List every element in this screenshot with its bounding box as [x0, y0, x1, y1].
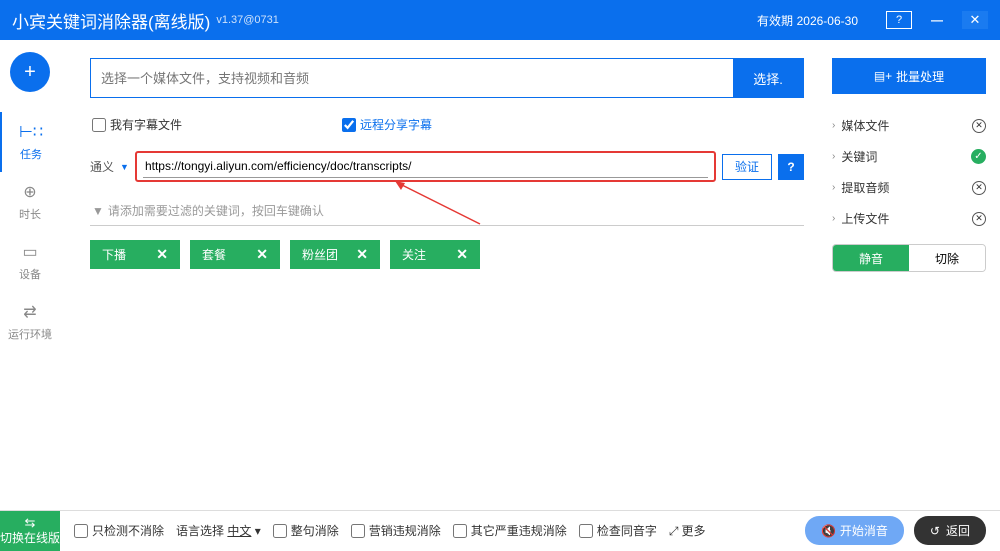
select-file-button[interactable]: 选择. — [733, 59, 803, 97]
list-icon: ▤+ — [874, 69, 892, 83]
batch-process-button[interactable]: ▤+批量处理 — [832, 58, 986, 94]
keyword-placeholder: 请添加需要过滤的关键词，按回车键确认 — [108, 202, 324, 219]
back-button[interactable]: ↺返回 — [914, 516, 986, 545]
right-panel: ▤+批量处理 ›媒体文件✕ ›关键词✓ ›提取音频✕ ›上传文件✕ 静音 切除 — [820, 40, 1000, 510]
undo-icon: ↺ — [930, 524, 940, 538]
keyword-tags: 下播✕ 套餐✕ 粉丝团✕ 关注✕ — [90, 240, 804, 269]
remove-tag-icon[interactable]: ✕ — [456, 246, 468, 263]
media-file-input[interactable] — [91, 59, 733, 97]
step-upload[interactable]: ›上传文件✕ — [832, 203, 986, 234]
keyword-tag[interactable]: 关注✕ — [390, 240, 480, 269]
cut-toggle[interactable]: 切除 — [909, 245, 985, 271]
checkbox-detect-only[interactable]: 只检测不消除 — [74, 522, 164, 539]
nav-duration[interactable]: ⊕ 时长 — [0, 172, 60, 232]
title-bar: 小宾关键词消除器(离线版) v1.37@0731 有效期 2026-06-30 … — [0, 0, 1000, 40]
tree-icon: ⊢∷ — [19, 122, 43, 142]
step-keywords[interactable]: ›关键词✓ — [832, 141, 986, 172]
left-nav: + ⊢∷ 任务 ⊕ 时长 ▭ 设备 ⇄ 运行环境 — [0, 40, 60, 510]
keyword-input-row[interactable]: ▼ 请添加需要过滤的关键词，按回车键确认 — [90, 196, 804, 226]
center-panel: 选择. 我有字幕文件 远程分享字幕 通义 ▼ 验证 ? ▼ 请添加需要过滤的关键… — [60, 40, 820, 510]
help-icon[interactable]: ? — [886, 11, 912, 29]
app-title: 小宾关键词消除器(离线版) — [12, 8, 210, 33]
expiry: 有效期 2026-06-30 — [757, 12, 858, 29]
transcript-url-input[interactable] — [143, 155, 708, 178]
chevron-down-icon: ▾ — [255, 524, 261, 538]
checkbox-remote-subtitle[interactable]: 远程分享字幕 — [342, 116, 432, 133]
url-provider-label: 通义 — [90, 158, 114, 175]
chevron-right-icon: › — [832, 213, 835, 224]
keyword-tag[interactable]: 粉丝团✕ — [290, 240, 380, 269]
checkbox-other[interactable]: 其它严重违规消除 — [453, 522, 567, 539]
chevron-right-icon: › — [832, 182, 835, 193]
step-extract[interactable]: ›提取音频✕ — [832, 172, 986, 203]
swap-icon: ⇆ — [25, 516, 36, 529]
file-selector: 选择. — [90, 58, 804, 98]
switch-online-button[interactable]: ⇆切换在线版 — [0, 511, 60, 551]
app-version: v1.37@0731 — [216, 14, 279, 26]
close-icon[interactable]: ✕ — [962, 11, 988, 29]
status-cancel-icon[interactable]: ✕ — [972, 181, 986, 195]
remove-tag-icon[interactable]: ✕ — [156, 246, 168, 263]
nav-device[interactable]: ▭ 设备 — [0, 232, 60, 292]
expand-more[interactable]: ⤢ 更多 — [669, 522, 706, 539]
mute-icon: 🔇 — [821, 524, 836, 538]
bottom-bar: ⇆切换在线版 只检测不消除 语言选择 中文 ▾ 整句消除 营销违规消除 其它严重… — [0, 510, 1000, 550]
mode-toggle: 静音 切除 — [832, 244, 986, 272]
env-icon: ⇄ — [23, 302, 36, 322]
checkbox-sentence[interactable]: 整句消除 — [273, 522, 339, 539]
minimize-icon[interactable]: — — [924, 11, 950, 29]
nav-tasks[interactable]: ⊢∷ 任务 — [0, 112, 60, 172]
lang-select[interactable]: 语言选择 中文 ▾ — [176, 522, 261, 539]
device-icon: ▭ — [22, 242, 37, 262]
verify-button[interactable]: 验证 — [722, 154, 772, 180]
dropdown-icon[interactable]: ▼ — [120, 162, 129, 172]
chevron-right-icon: › — [832, 120, 835, 131]
keyword-tag[interactable]: 套餐✕ — [190, 240, 280, 269]
keyword-tag[interactable]: 下播✕ — [90, 240, 180, 269]
status-cancel-icon[interactable]: ✕ — [972, 119, 986, 133]
url-help-icon[interactable]: ? — [778, 154, 804, 180]
chevron-right-icon: › — [832, 151, 835, 162]
clock-icon: ⊕ — [23, 182, 36, 202]
checkbox-marketing[interactable]: 营销违规消除 — [351, 522, 441, 539]
status-ok-icon: ✓ — [971, 149, 986, 164]
step-media[interactable]: ›媒体文件✕ — [832, 110, 986, 141]
checkbox-homophone[interactable]: 检查同音字 — [579, 522, 657, 539]
nav-env[interactable]: ⇄ 运行环境 — [0, 292, 60, 352]
add-button[interactable]: + — [10, 52, 50, 92]
filter-icon: ▼ — [92, 204, 104, 218]
checkbox-have-subtitle[interactable]: 我有字幕文件 — [92, 116, 182, 133]
expand-icon: ⤢ — [669, 524, 679, 538]
url-highlight-box — [135, 151, 716, 182]
remove-tag-icon[interactable]: ✕ — [256, 246, 268, 263]
start-button[interactable]: 🔇开始消音 — [805, 516, 904, 545]
mute-toggle[interactable]: 静音 — [833, 245, 909, 271]
remove-tag-icon[interactable]: ✕ — [356, 246, 368, 263]
status-cancel-icon[interactable]: ✕ — [972, 212, 986, 226]
